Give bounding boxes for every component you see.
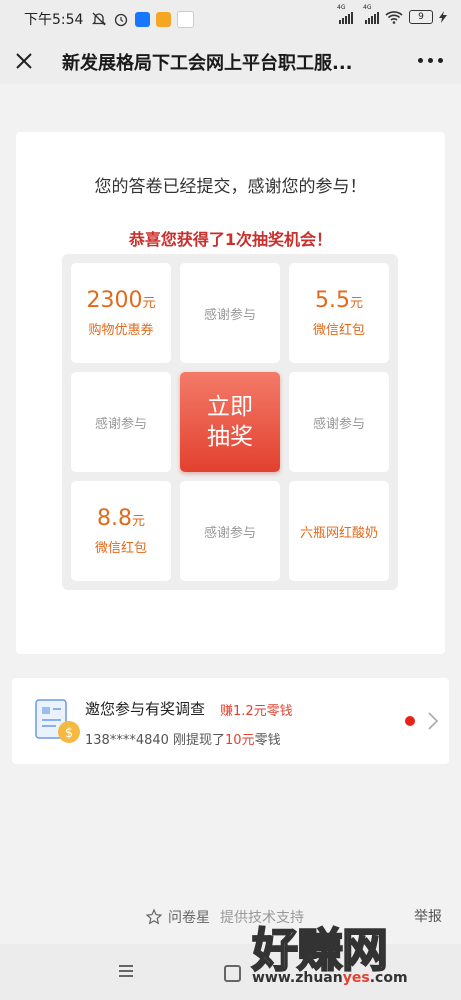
thanks-label: 感谢参与	[203, 525, 256, 541]
prize-desc: 微信红包	[312, 323, 365, 338]
cellular-signal-icon-2: 4G	[363, 4, 379, 24]
prize-amount: 8.8	[96, 506, 132, 531]
prize-desc: 购物优惠券	[88, 323, 154, 338]
thanks-label: 感谢参与	[94, 416, 147, 432]
withdraw-suffix: 零钱	[254, 733, 281, 748]
battery-icon: 9	[409, 10, 433, 24]
prize-cell-thanks: 感谢参与	[289, 372, 389, 472]
prize-cell-yogurt: 六瓶网红酸奶	[289, 481, 389, 581]
notification-dot	[405, 716, 415, 726]
status-bar: 下午5:54 4G 4G 9	[0, 0, 461, 38]
survey-promo-card[interactable]: $ 邀您参与有奖调查 赚1.2元零钱 138****4840 刚提现了10元零钱	[12, 678, 449, 764]
more-options-icon[interactable]	[418, 58, 443, 63]
svg-text:$: $	[65, 726, 73, 741]
notification-icons	[91, 10, 195, 28]
star-icon	[146, 909, 162, 925]
wifi-icon	[385, 11, 403, 24]
withdraw-prefix: 138****4840 刚提现了	[85, 733, 226, 748]
withdraw-notice: 138****4840 刚提现了10元零钱	[85, 729, 281, 748]
close-icon[interactable]	[12, 49, 36, 73]
watermark-url-b: yes	[342, 970, 370, 986]
draw-lottery-button[interactable]: 立即抽奖	[180, 372, 280, 472]
prize-unit: 元	[142, 296, 156, 311]
mute-bell-icon	[92, 12, 107, 26]
brand-name[interactable]: 问卷星	[168, 907, 210, 927]
lottery-card: 您的答卷已经提交，感谢您的参与！ 恭喜您获得了1次抽奖机会！ 2300元 购物优…	[16, 132, 445, 654]
home-icon[interactable]	[224, 965, 241, 982]
thanks-label: 感谢参与	[312, 416, 365, 432]
watermark-url-a: www.zhuan	[252, 970, 343, 986]
notes-app-icon	[156, 11, 172, 27]
prize-cell-thanks: 感谢参与	[180, 481, 280, 581]
clock: 下午5:54	[24, 12, 84, 28]
cellular-signal-icon: 4G	[337, 4, 353, 24]
earn-amount: 赚1.2元零钱	[220, 704, 293, 719]
charging-icon	[439, 11, 447, 23]
prize-cell-thanks: 感谢参与	[180, 263, 280, 363]
network-type-label: 4G	[337, 3, 346, 11]
survey-document-icon: $	[35, 699, 80, 743]
menu-icon[interactable]	[119, 965, 133, 980]
page-title: 新发展格局下工会网上平台职工服...	[62, 53, 353, 74]
watermark-logo: 好赚网 www.zhuanyes.com	[251, 918, 452, 990]
navigation-bar: 新发展格局下工会网上平台职工服...	[0, 38, 461, 84]
withdraw-amount: 10元	[225, 733, 255, 748]
survey-title: 邀您参与有奖调查	[85, 700, 206, 718]
prize-amount: 2300	[86, 288, 143, 313]
prize-cell-coupon: 2300元 购物优惠券	[71, 263, 171, 363]
prize-amount: 5.5	[314, 288, 350, 313]
prize-cell-redpacket: 8.8元 微信红包	[71, 481, 171, 581]
thanks-label: 感谢参与	[203, 307, 256, 323]
congrats-message: 恭喜您获得了1次抽奖机会！	[128, 230, 333, 249]
video-app-icon	[177, 10, 195, 28]
submitted-message: 您的答卷已经提交，感谢您的参与！	[94, 177, 367, 197]
prize-cell-redpacket: 5.5元 微信红包	[289, 263, 389, 363]
network-type-label-2: 4G	[363, 3, 372, 11]
prize-desc: 六瓶网红酸奶	[299, 525, 378, 541]
alarm-icon	[115, 13, 128, 27]
prize-unit: 元	[131, 514, 145, 529]
alipay-icon	[135, 11, 151, 27]
watermark-url-c: .com	[369, 970, 408, 986]
watermark-url: www.zhuanyes.com	[252, 970, 408, 986]
prize-unit: 元	[349, 296, 363, 311]
prize-desc: 微信红包	[94, 541, 147, 556]
prize-grid: 2300元 购物优惠券 感谢参与 5.5元 微信红包 感谢参与 立即抽奖 感谢参…	[62, 254, 398, 590]
chevron-right-icon[interactable]	[428, 712, 438, 730]
prize-cell-thanks: 感谢参与	[71, 372, 171, 472]
